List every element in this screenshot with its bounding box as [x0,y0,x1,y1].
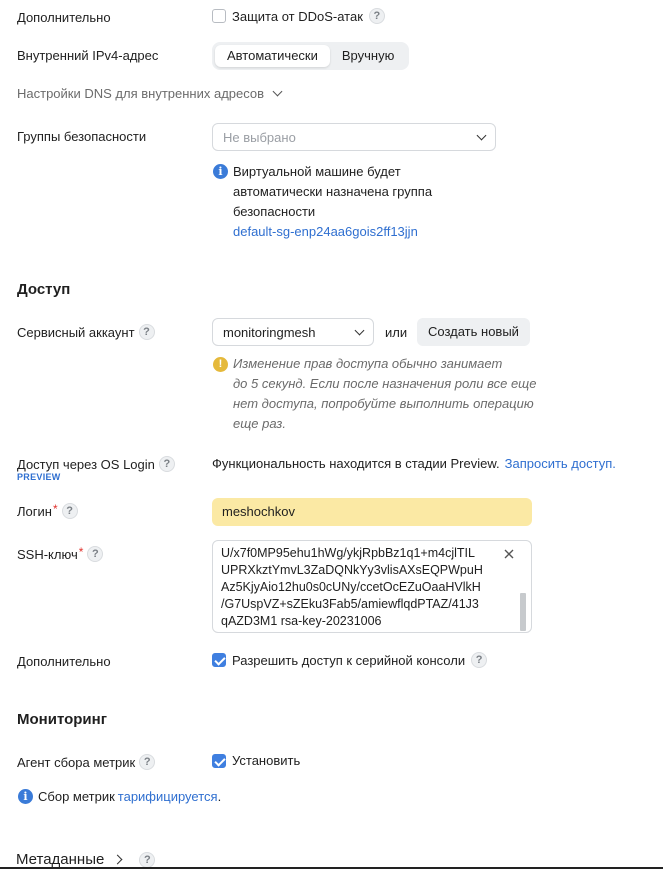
install-agent-checkbox[interactable] [212,753,226,768]
ddos-checkbox[interactable] [212,9,226,23]
ssh-key-line: qAZD3M1 rsa-key-20231006 [221,614,382,628]
install-agent-label: Установить [232,753,301,768]
info-line: безопасности [233,204,316,219]
serial-console-label: Разрешить доступ к серийной консоли [232,652,466,668]
serial-console-checkbox[interactable] [212,653,226,667]
access-extra-label: Дополнительно [17,654,111,669]
ssh-cut-line [221,541,491,544]
service-account-label-row: Сервисный аккаунт ? [17,324,155,340]
monitoring-info: i Сбор метрик тарифицируется. [18,789,221,804]
preview-badge: PREVIEW [17,472,61,482]
chevron-down-icon [354,325,365,335]
service-account-select[interactable]: monitoringmesh [212,318,374,346]
os-login-label: Доступ через OS Login [17,456,155,472]
ipv4-label: Внутренний IPv4-адрес [17,48,159,63]
login-label: Логин [17,503,52,519]
login-value: meshochkov [222,504,295,519]
info-line: автоматически назначена группа [233,184,433,199]
login-input[interactable]: meshochkov [212,498,532,526]
os-login-label-row: Доступ через OS Login ? [17,456,175,472]
help-icon[interactable]: ? [158,456,175,472]
warning-line: до 5 секунд. Если после назначения роли … [233,376,537,391]
monitoring-info-suffix: . [217,789,222,804]
access-section-title: Доступ [17,281,71,298]
ddos-checkbox-row[interactable]: Защита от DDoS-атак ? [212,8,385,24]
service-account-label: Сервисный аккаунт [17,324,135,340]
metrics-agent-label: Агент сбора метрик [17,754,136,770]
info-icon: i [18,789,33,804]
extra-label: Дополнительно [17,10,111,25]
os-login-text: Функциональность находится в стадии Prev… [212,456,500,471]
security-group-link[interactable]: default-sg-enp24aa6gois2ff13jjn [233,222,432,242]
security-groups-label: Группы безопасности [17,129,147,144]
security-groups-info: Виртуальной машине будет автоматически н… [233,162,432,242]
dns-settings-toggle[interactable]: Настройки DNS для внутренних адресов [17,86,283,101]
warning-icon: ! [213,357,228,372]
help-icon[interactable]: ? [138,324,155,340]
pricing-link[interactable]: тарифицируется [118,789,218,804]
help-icon[interactable]: ? [61,503,78,519]
required-marker: * [78,545,84,559]
metadata-section-title: Метаданные [16,851,105,868]
ipv4-option-auto[interactable]: Автоматически [215,45,330,67]
ssh-key-line: /G7UspVZ+sZEku3Fab5/amiewflqdPTAZ/41J3 [221,597,479,611]
request-access-link[interactable]: Запросить доступ. [505,456,616,471]
ssh-key-label: SSH-ключ [17,546,78,562]
warning-line: нет доступа, попробуйте выполнить операц… [233,396,534,411]
warning-line: еще раз. [233,416,286,431]
ipv4-option-manual[interactable]: Вручную [330,45,406,67]
warning-line: Изменение прав доступа обычно занимает [233,356,503,371]
ssh-key-textarea[interactable]: U/x7f0MP95ehu1hWg/ykjRpbBz1q1+m4cjlTIL U… [212,540,532,633]
help-icon[interactable]: ? [471,652,488,668]
help-icon[interactable]: ? [368,8,385,24]
install-agent-checkbox-row[interactable]: Установить [212,753,300,768]
scrollbar-thumb[interactable] [520,593,526,631]
required-marker: * [52,502,58,516]
os-login-info: Функциональность находится в стадии Prev… [212,456,616,471]
chevron-down-icon [476,130,487,140]
ssh-key-content: U/x7f0MP95ehu1hWg/ykjRpbBz1q1+m4cjlTIL U… [221,545,483,630]
login-label-row: Логин * ? [17,502,78,519]
monitoring-section-title: Мониторинг [17,711,107,728]
security-groups-placeholder: Не выбрано [223,129,296,145]
ddos-label: Защита от DDoS-атак [232,8,363,24]
service-account-value: monitoringmesh [223,324,316,340]
chevron-down-icon [272,86,283,97]
monitoring-info-text: Сбор метрик [38,789,115,804]
agent-label-row: Агент сбора метрик ? [17,754,156,770]
ssh-key-line: U/x7f0MP95ehu1hWg/ykjRpbBz1q1+m4cjlTIL [221,546,475,560]
or-text: или [385,325,408,340]
metadata-section-toggle[interactable]: Метаданные ? [16,851,156,868]
access-warning: Изменение прав доступа обычно занимает д… [233,354,536,434]
info-icon: i [213,164,228,179]
help-icon[interactable]: ? [87,546,104,562]
info-line: Виртуальной машине будет [233,164,401,179]
ipv4-segmented-control: Автоматически Вручную [212,42,410,70]
ssh-key-line: UPRXkztYmvL3ZaDQNkYy3vlisAXsEQPWpuH [221,563,483,577]
help-icon[interactable]: ? [139,851,156,868]
chevron-right-icon [112,854,123,865]
help-icon[interactable]: ? [139,754,156,770]
ssh-key-line: Az5KjyAio12hu0s0cUNy/ccetOcEZuOaaHVlkH [221,580,481,594]
clear-icon[interactable] [502,547,516,561]
dns-settings-label: Настройки DNS для внутренних адресов [17,86,265,101]
security-groups-select[interactable]: Не выбрано [212,123,496,151]
serial-console-checkbox-row[interactable]: Разрешить доступ к серийной консоли ? [212,652,488,668]
create-service-account-button[interactable]: Создать новый [417,318,530,346]
ssh-label-row: SSH-ключ * ? [17,545,104,562]
